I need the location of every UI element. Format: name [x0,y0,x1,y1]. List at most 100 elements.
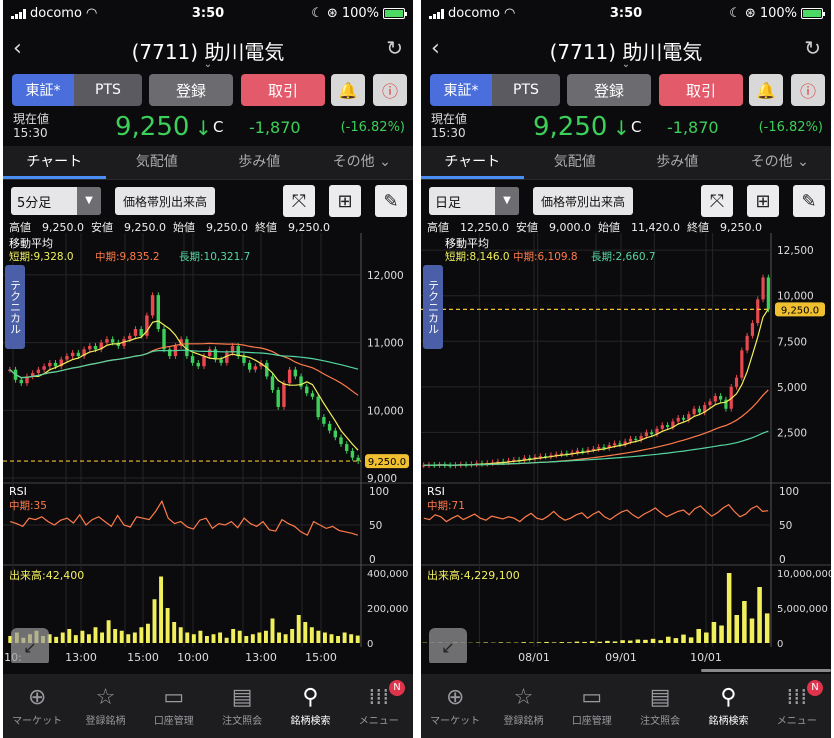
volume-bar [521,642,526,643]
tab-chart[interactable]: チャート [3,146,106,179]
bottom-tab-watchlist[interactable]: ☆ 登録銘柄 [71,674,139,738]
reload-icon[interactable]: ↻ [804,36,821,60]
bottom-tab-label: 注文照会 [640,716,681,727]
candle-body [618,443,622,445]
layout-grid-icon[interactable]: ⊞ [329,185,361,217]
volume-profile-button[interactable]: 価格帯別出来高 [533,187,633,215]
bottom-tab-menu[interactable]: ⁞⁞⁞ メニュー N [345,674,413,738]
chevron-down-icon[interactable]: ⌄ [421,59,831,70]
volume-bar [643,639,648,643]
bottom-tab-account[interactable]: ▭ 口座管理 [558,674,626,738]
volume-tick-label: 200,000 [367,604,408,615]
fullscreen-icon[interactable]: ⤧ [283,185,315,217]
register-button[interactable]: 登録 [149,74,233,106]
volume-bar [726,573,732,643]
bottom-tab-orders[interactable]: ▤ 注文照会 [208,674,276,738]
market-tse-button[interactable]: 東証* [430,74,492,106]
candle-body [339,437,343,445]
volume-bar [100,632,105,643]
volume-profile-button[interactable]: 価格帯別出来高 [115,187,215,215]
candle-body [110,339,115,343]
resize-handle-icon[interactable]: ↙ [11,628,49,666]
fullscreen-icon[interactable]: ⤧ [701,185,733,217]
home-indicator [701,669,831,672]
candle-body [745,335,749,351]
tab-quotes[interactable]: 気配値 [106,146,209,179]
reload-icon[interactable]: ↻ [386,36,403,60]
period-select[interactable]: 日足 ▼ [429,187,519,215]
chart-area[interactable]: 9,250.0 12,000 11,000 10,000 9,000 移動平均 短期:… [3,233,413,666]
bottom-tab-search[interactable]: ⚲ 銘柄検索 [276,674,344,738]
pencil-icon[interactable]: ✎ [375,185,407,217]
candle-body [287,369,292,384]
info-icon[interactable]: ⓘ [791,74,825,106]
volume-bar [742,601,747,643]
volume-bar [589,641,595,643]
document-icon: ▤ [649,685,671,710]
resize-handle-icon[interactable]: ↙ [429,628,467,666]
time-tick-label: 08/01 [518,651,550,663]
rsi-value: 中期:35 [9,499,47,512]
search-icon: ⚲ [720,685,737,710]
bottom-tab-account[interactable]: ▭ 口座管理 [140,674,208,738]
tab-other[interactable]: その他 ⌄ [311,146,414,179]
candle-body [133,329,138,336]
bottom-tab-label: 銘柄検索 [290,716,331,727]
time-tick-label: 10/01 [690,651,722,663]
volume-bar [60,632,65,643]
tab-ticks[interactable]: 歩み値 [208,146,311,179]
price-tick-label: 7,500 [777,336,807,348]
volume-bar [582,641,587,643]
volume-label: 出来高:42,400 [9,568,84,582]
volume-bar [329,634,334,643]
price-flag: C [213,118,224,136]
volume-bar [567,642,572,643]
bottom-tab-market[interactable]: ⊕ マーケット [3,674,71,738]
bottom-tab-market[interactable]: ⊕ マーケット [421,674,489,738]
bell-icon[interactable]: 🔔 [331,74,365,106]
market-pts-button[interactable]: PTS [492,74,560,106]
pencil-icon[interactable]: ✎ [793,185,825,217]
bottom-tab-orders[interactable]: ▤ 注文照会 [626,674,694,738]
rsi-tick-label: 0 [369,554,376,566]
chart-svg[interactable]: 9,250.0 12,000 11,000 10,000 9,000 移動平均 短期:… [3,233,413,666]
info-icon[interactable]: ⓘ [373,74,407,106]
trade-button[interactable]: 取引 [659,74,743,106]
period-select[interactable]: 5分足 ▼ [11,187,101,215]
bell-icon[interactable]: 🔔 [749,74,783,106]
bottom-tab-watchlist[interactable]: ☆ 登録銘柄 [489,674,557,738]
battery-percent: 100% [341,6,379,21]
candle-body [559,453,564,455]
candle-body [93,345,98,350]
volume-bar [119,630,124,643]
candle-body [36,369,41,374]
tab-ticks[interactable]: 歩み値 [626,146,729,179]
tab-other[interactable]: その他 ⌄ [729,146,832,179]
candle-body [76,352,81,357]
market-tse-button[interactable]: 東証* [12,74,74,106]
bottom-tab-menu[interactable]: ⁞⁞⁞ メニュー N [763,674,831,738]
candle-body [270,376,275,390]
bottom-tab-bar: ⊕ マーケット ☆ 登録銘柄 ▭ 口座管理 ▤ 注文照会 ⚲ 銘柄検索 ⁞⁞⁞ メニュー N [3,674,413,738]
trade-button[interactable]: 取引 [241,74,325,106]
market-pts-button[interactable]: PTS [74,74,142,106]
chart-svg[interactable]: 9,250.0 12,500 10,000 7,500 5,000 2,500 移動平均… [421,233,831,666]
chart-controls: 5分足 ▼ 価格帯別出来高 ⤧ ⊞ ✎ [3,184,413,218]
dropdown-icon: ▼ [495,187,519,215]
price-time: 15:30 [431,126,466,140]
layout-grid-icon[interactable]: ⊞ [747,185,779,217]
chart-area[interactable]: 9,250.0 12,500 10,000 7,500 5,000 2,500 移動平均… [421,233,831,666]
phone-right: docomo ◠ 3:50 ☾ ⊛ 100% ‹ (7711) 助川電気 ⌄ ↻… [421,0,831,738]
volume-bar [54,636,59,643]
tab-chart[interactable]: チャート [421,146,524,179]
tab-quotes[interactable]: 気配値 [524,146,627,179]
rsi-tick-label: 50 [779,520,792,532]
rsi-label: RSI [427,485,445,498]
register-button[interactable]: 登録 [567,74,651,106]
bottom-tab-search[interactable]: ⚲ 銘柄検索 [694,674,762,738]
volume-bar [218,632,223,643]
candle-body [310,393,315,397]
volume-bar [349,634,354,643]
chevron-down-icon[interactable]: ⌄ [3,59,413,70]
bottom-tab-label: 口座管理 [571,716,612,727]
